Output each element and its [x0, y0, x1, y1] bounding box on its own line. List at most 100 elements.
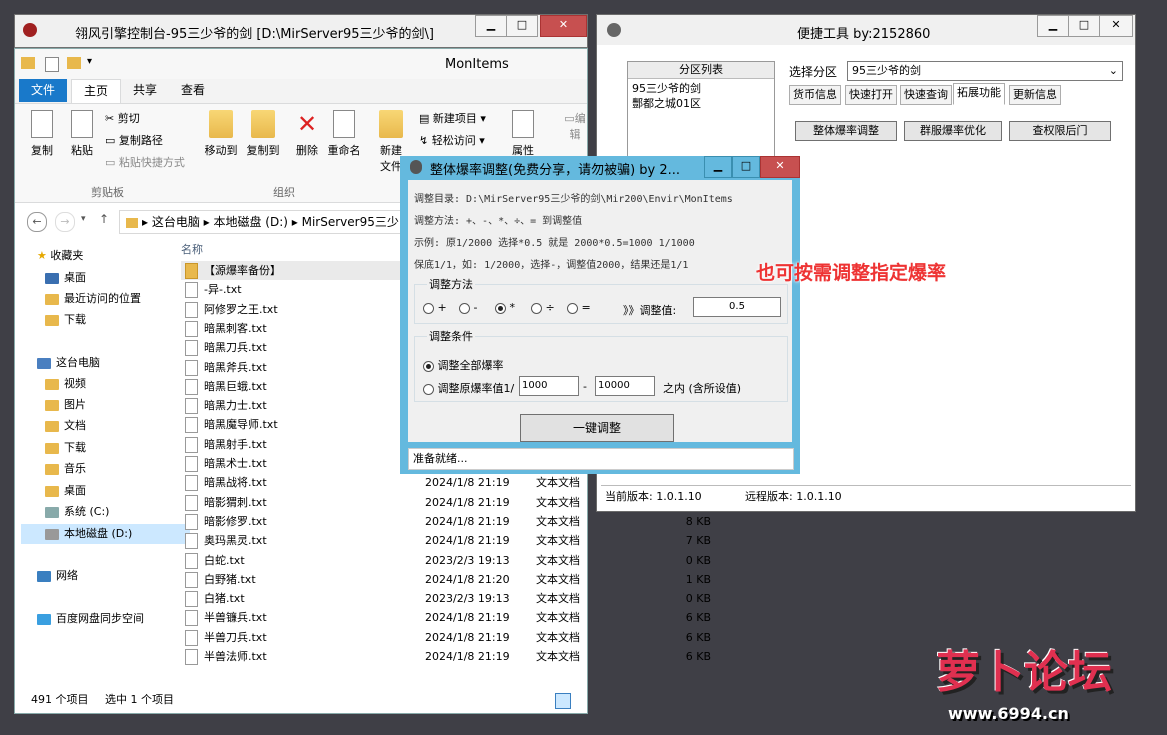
quick-access-dropdown[interactable]: ▾ — [87, 56, 92, 67]
close-button[interactable]: ✕ — [1099, 15, 1133, 37]
op-equal-radio[interactable]: = — [567, 301, 591, 314]
segment-select[interactable]: 95三少爷的剑 ⌄ — [847, 61, 1123, 81]
paste-button[interactable]: 粘贴 — [67, 110, 97, 158]
range-max-input[interactable]: 10000 — [595, 376, 655, 396]
file-row[interactable]: 半兽镰兵.txt 2024/1/8 21:19 文本文档 6 KB — [181, 608, 731, 627]
rename-button[interactable]: 重命名 — [327, 110, 361, 158]
copy-to-button[interactable]: 复制到 — [243, 110, 283, 158]
nav-documents[interactable]: 文档 — [45, 417, 86, 433]
adjust-value-input[interactable]: 0.5 — [693, 297, 781, 317]
delete-button[interactable]: ✕ 删除 — [293, 110, 321, 158]
server-group-optimize-button[interactable]: 群服爆率优化 — [904, 121, 1002, 141]
nav-downloads-pc[interactable]: 下载 — [45, 439, 86, 455]
properties-button[interactable]: 属性 — [509, 110, 537, 158]
tools-status-bar: 当前版本: 1.0.1.10 远程版本: 1.0.1.10 — [601, 485, 1131, 508]
nav-label: 视频 — [64, 377, 86, 390]
new-folder-icon[interactable] — [67, 57, 81, 69]
nav-desktop-pc[interactable]: 桌面 — [45, 482, 86, 498]
file-row[interactable]: 白蛇.txt 2023/2/3 19:13 文本文档 0 KB — [181, 551, 731, 570]
tab-share[interactable]: 共享 — [121, 79, 169, 102]
properties-icon[interactable] — [45, 57, 59, 72]
copy-button[interactable]: 复制 — [27, 110, 57, 158]
cut-button[interactable]: ✂ 剪切 — [105, 110, 140, 126]
range-min-input[interactable]: 1000 — [519, 376, 579, 396]
file-name: 白蛇.txt — [204, 553, 245, 567]
rename-icon — [333, 110, 355, 138]
op-divide-radio[interactable]: ÷ — [531, 301, 555, 314]
file-row[interactable]: 白猪.txt 2023/2/3 19:13 文本文档 0 KB — [181, 589, 731, 608]
nav-drive-c[interactable]: 系统 (C:) — [45, 503, 109, 519]
op-minus-radio[interactable]: - — [459, 301, 477, 314]
documents-icon — [45, 420, 59, 432]
edit-button[interactable]: ▭编辑 — [563, 110, 587, 142]
recent-dropdown[interactable]: ▾ — [81, 214, 86, 224]
back-button[interactable]: ← — [27, 212, 47, 232]
minimize-button[interactable]: ▁ — [475, 15, 507, 37]
tab-currency[interactable]: 货币信息 — [789, 85, 841, 105]
file-row[interactable]: 白野猪.txt 2024/1/8 21:20 文本文档 1 KB — [181, 570, 731, 589]
file-size: 6 KB — [685, 630, 711, 644]
annotation-text: 也可按需调整指定爆率 — [756, 262, 947, 284]
nav-label: 音乐 — [64, 462, 86, 475]
breadcrumb[interactable]: ▸ 这台电脑 ▸ 本地磁盘 (D:) ▸ MirServer95三少 — [119, 210, 411, 234]
tab-home[interactable]: 主页 — [71, 79, 122, 103]
close-button[interactable]: ✕ — [760, 156, 800, 178]
run-adjust-button[interactable]: 一键调整 — [520, 414, 674, 442]
new-item-button[interactable]: ▤ 新建项目 ▾ — [419, 110, 486, 126]
minimize-button[interactable]: ▁ — [1037, 15, 1069, 37]
move-to-button[interactable]: 移动到 — [201, 110, 241, 158]
paste-icon — [71, 110, 93, 138]
up-button[interactable]: ↑ — [99, 212, 109, 226]
nav-videos[interactable]: 视频 — [45, 375, 86, 391]
column-header-name[interactable]: 名称 — [181, 241, 203, 257]
cut-label: 剪切 — [117, 112, 140, 125]
tab-view[interactable]: 查看 — [169, 79, 217, 102]
tab-quick-query[interactable]: 快速查询 — [900, 85, 952, 105]
file-date: 2024/1/8 21:19 — [425, 514, 510, 528]
cond-range-radio[interactable]: 调整原爆率值1/ — [423, 380, 514, 396]
tab-update-info[interactable]: 更新信息 — [1009, 85, 1061, 105]
nav-label: 下载 — [64, 441, 86, 454]
forward-button[interactable]: → — [55, 212, 75, 232]
text-file-icon — [185, 571, 198, 588]
close-button[interactable]: ✕ — [540, 15, 587, 37]
segment-item[interactable]: 酆都之城01区 — [632, 95, 701, 111]
method-group-label: 调整方法 — [427, 276, 475, 292]
op-plus-radio[interactable]: + — [423, 301, 447, 314]
copy-path-button[interactable]: ▭ 复制路径 — [105, 132, 163, 148]
cond-all-radio[interactable]: 调整全部爆率 — [423, 357, 504, 373]
file-type: 文本文档 — [536, 592, 580, 606]
ribbon-tabs: 文件 主页 共享 查看 — [15, 79, 587, 104]
file-name: 暗黑战将.txt — [204, 476, 267, 490]
nav-baidu[interactable]: 百度网盘同步空间 — [37, 610, 144, 626]
tab-extensions[interactable]: 拓展功能 — [953, 83, 1005, 105]
minimize-button[interactable]: ▁ — [704, 156, 732, 178]
maximize-button[interactable]: □ — [506, 15, 538, 37]
easy-access-button[interactable]: ↯ 轻松访问 ▾ — [419, 132, 485, 148]
drop-rate-adjust-button[interactable]: 整体爆率调整 — [795, 121, 897, 141]
permission-backdoor-button[interactable]: 查权限后门 — [1009, 121, 1111, 141]
nav-this-pc[interactable]: 这台电脑 — [37, 354, 100, 370]
nav-desktop[interactable]: 桌面 — [45, 269, 86, 285]
maximize-button[interactable]: □ — [732, 156, 760, 178]
details-view-icon[interactable] — [555, 693, 571, 709]
tab-file[interactable]: 文件 — [19, 79, 68, 102]
nav-pictures[interactable]: 图片 — [45, 396, 86, 412]
nav-recent[interactable]: 最近访问的位置 — [45, 290, 141, 306]
nav-network[interactable]: 网络 — [37, 567, 78, 583]
nav-drive-d[interactable]: 本地磁盘 (D:) — [21, 524, 190, 544]
op-multiply-radio[interactable]: * — [495, 301, 515, 314]
file-row[interactable]: 半兽法师.txt 2024/1/8 21:19 文本文档 6 KB — [181, 647, 731, 666]
nav-favorites[interactable]: ★ 收藏夹 — [37, 247, 83, 263]
console-window: 翎风引擎控制台-95三少爷的剑 [D:\MirServer95三少爷的剑\] ▁… — [14, 14, 588, 48]
maximize-button[interactable]: □ — [1068, 15, 1100, 37]
file-row[interactable]: 半兽刀兵.txt 2024/1/8 21:19 文本文档 6 KB — [181, 628, 731, 647]
paste-shortcut-button[interactable]: ▭ 粘贴快捷方式 — [105, 154, 185, 170]
file-row[interactable]: 奥玛黑灵.txt 2024/1/8 21:19 文本文档 7 KB — [181, 531, 731, 550]
tab-quick-open[interactable]: 快速打开 — [845, 85, 897, 105]
segment-item[interactable]: 95三少爷的剑 — [632, 80, 701, 96]
nav-downloads[interactable]: 下载 — [45, 311, 86, 327]
group-clipboard: 剪贴板 — [91, 186, 124, 199]
file-row[interactable]: 暗影修罗.txt 2024/1/8 21:19 文本文档 8 KB — [181, 512, 731, 531]
nav-music[interactable]: 音乐 — [45, 460, 86, 476]
